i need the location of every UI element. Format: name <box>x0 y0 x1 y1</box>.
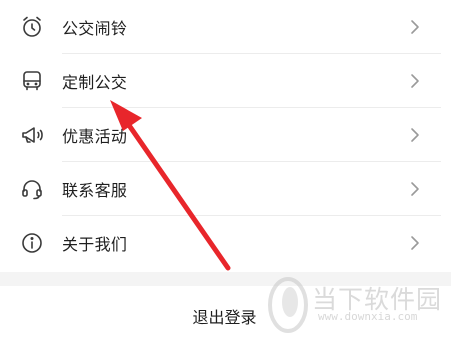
info-icon <box>19 230 45 256</box>
alarm-clock-icon <box>19 14 45 40</box>
menu-item-about-us[interactable]: 关于我们 <box>0 216 451 270</box>
menu-item-bus-alarm[interactable]: 公交闹铃 <box>0 0 451 54</box>
chevron-right-icon <box>411 182 419 196</box>
headset-icon <box>19 176 45 202</box>
settings-menu: 公交闹铃 定制公交 优惠活动 联系客服 关于我们 <box>0 0 451 272</box>
menu-item-customer-service[interactable]: 联系客服 <box>0 162 451 216</box>
menu-item-label: 优惠活动 <box>62 127 128 146</box>
logout-label: 退出登录 <box>192 308 257 327</box>
chevron-right-icon <box>411 74 419 88</box>
chevron-right-icon <box>411 20 419 34</box>
menu-item-custom-bus[interactable]: 定制公交 <box>0 54 451 108</box>
menu-item-label: 联系客服 <box>62 181 128 200</box>
chevron-right-icon <box>411 128 419 142</box>
menu-item-label: 公交闹铃 <box>62 19 128 38</box>
logout-button[interactable]: 退出登录 <box>0 286 451 345</box>
chevron-right-icon <box>411 236 419 250</box>
menu-item-label: 定制公交 <box>62 73 128 92</box>
bus-icon <box>19 68 45 94</box>
megaphone-icon <box>19 122 45 148</box>
menu-item-label: 关于我们 <box>62 235 128 254</box>
section-separator <box>0 272 451 286</box>
menu-item-promotions[interactable]: 优惠活动 <box>0 108 451 162</box>
